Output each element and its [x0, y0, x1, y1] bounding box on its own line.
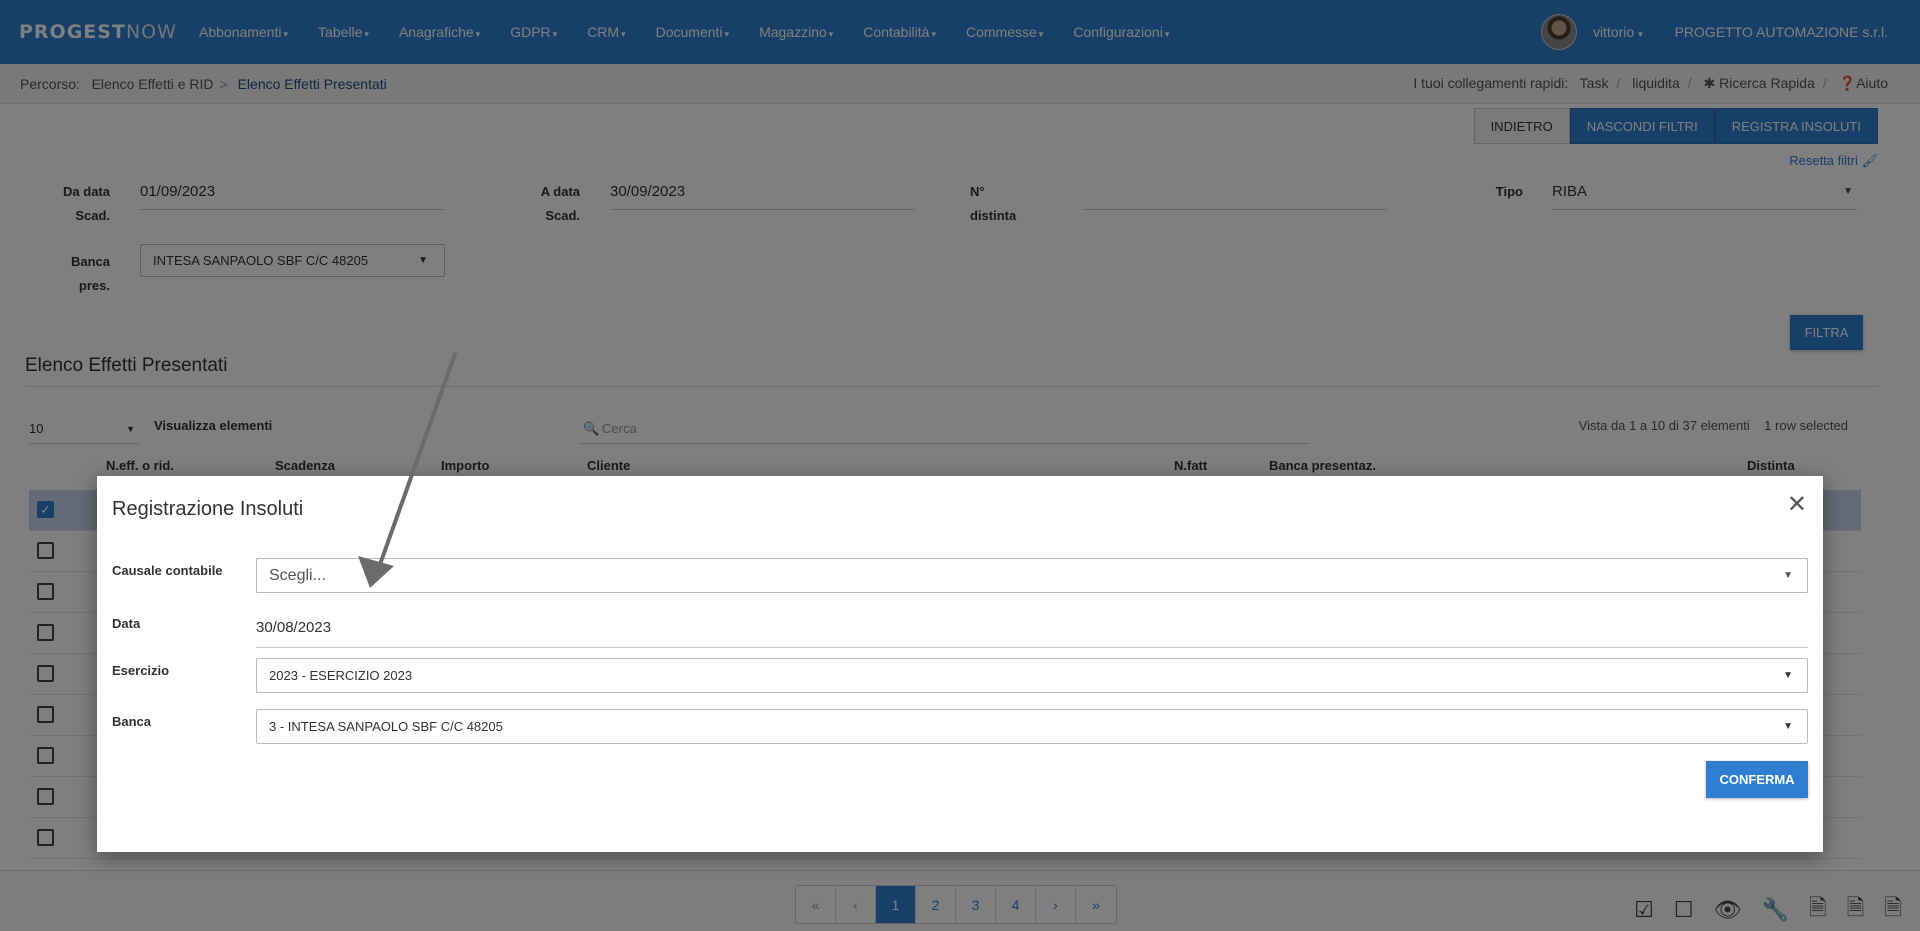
causale-label: Causale contabile: [112, 563, 223, 578]
modal-title: Registrazione Insoluti: [112, 498, 304, 520]
esercizio-select[interactable]: 2023 - ESERCIZIO 2023 ▼: [256, 658, 1808, 693]
chevron-down-icon: ▼: [1783, 721, 1793, 732]
chevron-down-icon: ▼: [1783, 670, 1793, 681]
causale-select[interactable]: Scegli... ▼: [256, 558, 1808, 593]
confirm-button[interactable]: CONFERMA: [1706, 761, 1808, 798]
data-label: Data: [112, 616, 141, 631]
banca-modal-label: Banca: [112, 714, 152, 729]
data-input[interactable]: 30/08/2023: [256, 616, 1808, 648]
registrazione-insoluti-modal: Registrazione Insoluti ✕ Causale contabi…: [97, 476, 1823, 852]
esercizio-label: Esercizio: [112, 663, 170, 678]
close-icon[interactable]: ✕: [1787, 490, 1807, 519]
banca-modal-select[interactable]: 3 - INTESA SANPAOLO SBF C/C 48205 ▼: [256, 709, 1808, 744]
chevron-down-icon: ▼: [1783, 570, 1793, 581]
